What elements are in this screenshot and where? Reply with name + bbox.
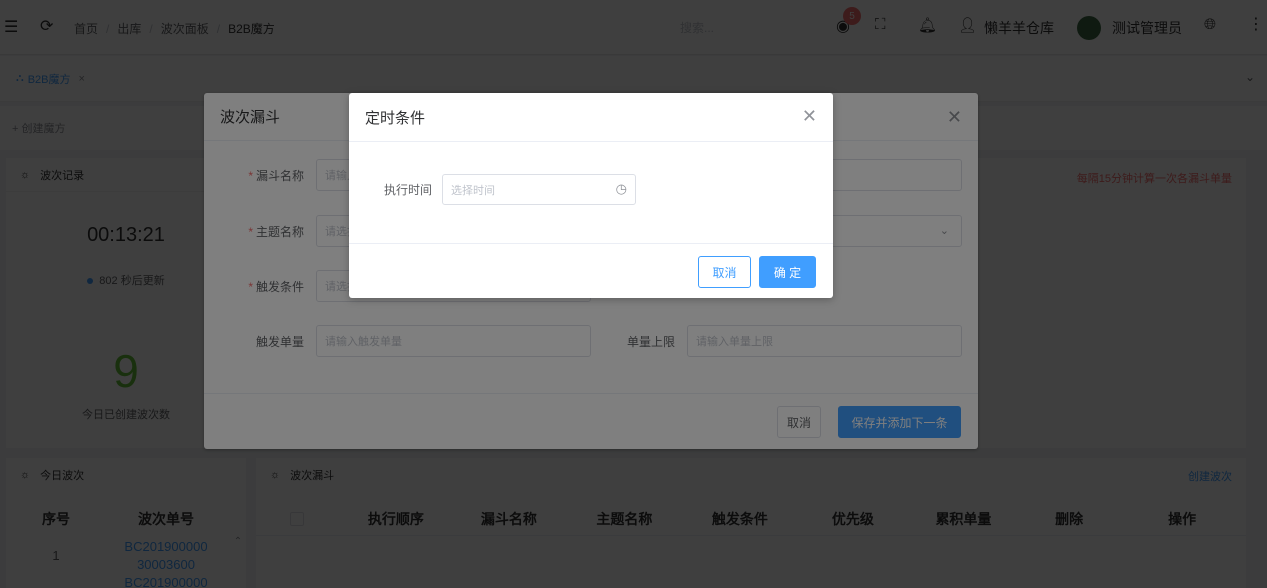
- time-placeholder: 选择时间: [451, 184, 495, 197]
- clock-icon: ◷: [615, 181, 627, 196]
- cancel-button[interactable]: 取消: [698, 256, 751, 288]
- form-row-exec-time: 执行时间 选择时间 ◷: [349, 174, 636, 205]
- dialog-footer: 取消 确 定: [349, 243, 833, 298]
- dialog-title: 定时条件: [349, 93, 833, 142]
- confirm-button[interactable]: 确 定: [759, 256, 816, 288]
- close-icon[interactable]: ✕: [802, 106, 817, 127]
- timer-condition-dialog: 定时条件 ✕ 执行时间 选择时间 ◷ 取消 确 定: [349, 93, 833, 298]
- time-picker-input[interactable]: 选择时间 ◷: [442, 174, 636, 205]
- form-label: 执行时间: [383, 183, 432, 197]
